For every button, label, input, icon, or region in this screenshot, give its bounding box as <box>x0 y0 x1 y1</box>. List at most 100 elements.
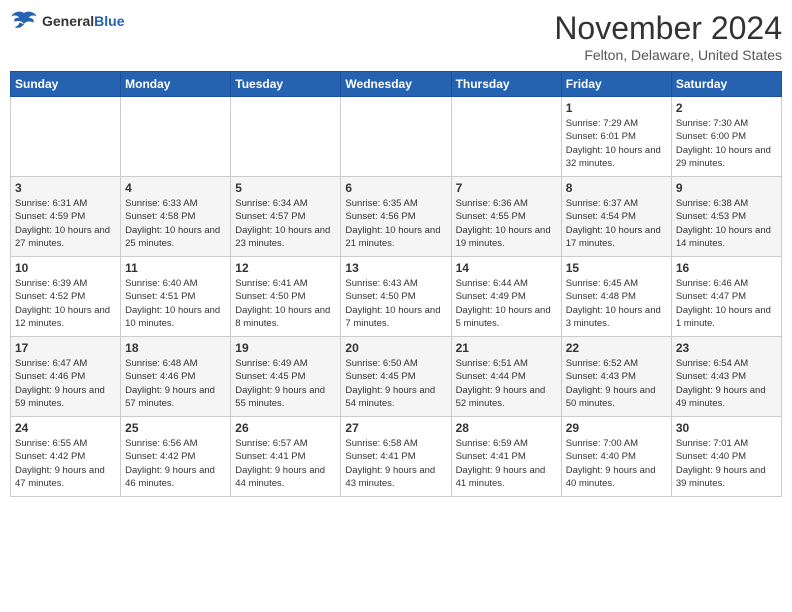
day-number: 15 <box>566 261 667 275</box>
day-info: Sunrise: 6:37 AM Sunset: 4:54 PM Dayligh… <box>566 197 667 250</box>
day-info: Sunrise: 6:40 AM Sunset: 4:51 PM Dayligh… <box>125 277 226 330</box>
day-number: 4 <box>125 181 226 195</box>
day-number: 27 <box>345 421 446 435</box>
day-number: 25 <box>125 421 226 435</box>
day-info: Sunrise: 6:44 AM Sunset: 4:49 PM Dayligh… <box>456 277 557 330</box>
calendar-cell: 2 Sunrise: 7:30 AM Sunset: 6:00 PM Daylig… <box>671 97 781 177</box>
day-number: 20 <box>345 341 446 355</box>
day-info: Sunrise: 6:33 AM Sunset: 4:58 PM Dayligh… <box>125 197 226 250</box>
calendar-cell: 19Sunrise: 6:49 AM Sunset: 4:45 PM Dayli… <box>231 337 341 417</box>
day-number: 1 <box>566 101 667 115</box>
calendar-cell: 30 Sunrise: 7:01 AM Sunset: 4:40 PM Dayli… <box>671 417 781 497</box>
calendar-week-row: 24 Sunrise: 6:55 AM Sunset: 4:42 PM Dayli… <box>11 417 782 497</box>
calendar-cell: 7 Sunrise: 6:36 AM Sunset: 4:55 PM Daylig… <box>451 177 561 257</box>
day-number: 12 <box>235 261 336 275</box>
calendar-cell <box>231 97 341 177</box>
weekday-header-thursday: Thursday <box>451 72 561 97</box>
calendar-cell: 22Sunrise: 6:52 AM Sunset: 4:43 PM Dayli… <box>561 337 671 417</box>
weekday-header-tuesday: Tuesday <box>231 72 341 97</box>
day-number: 30 <box>676 421 777 435</box>
calendar-table: SundayMondayTuesdayWednesdayThursdayFrid… <box>10 71 782 497</box>
day-info: Sunrise: 6:56 AM Sunset: 4:42 PM Dayligh… <box>125 437 226 490</box>
day-info: Sunrise: 6:58 AM Sunset: 4:41 PM Dayligh… <box>345 437 446 490</box>
calendar-cell: 23 Sunrise: 6:54 AM Sunset: 4:43 PM Dayli… <box>671 337 781 417</box>
calendar-cell: 15 Sunrise: 6:45 AM Sunset: 4:48 PM Dayli… <box>561 257 671 337</box>
calendar-cell: 8 Sunrise: 6:37 AM Sunset: 4:54 PM Daylig… <box>561 177 671 257</box>
calendar-cell <box>341 97 451 177</box>
calendar-cell: 28 Sunrise: 6:59 AM Sunset: 4:41 PM Dayli… <box>451 417 561 497</box>
day-info: Sunrise: 7:29 AM Sunset: 6:01 PM Dayligh… <box>566 117 667 170</box>
day-info: Sunrise: 6:46 AM Sunset: 4:47 PM Dayligh… <box>676 277 777 330</box>
weekday-header-wednesday: Wednesday <box>341 72 451 97</box>
weekday-header-row: SundayMondayTuesdayWednesdayThursdayFrid… <box>11 72 782 97</box>
day-number: 16 <box>676 261 777 275</box>
month-title: November 2024 <box>554 10 782 47</box>
calendar-cell: 21Sunrise: 6:51 AM Sunset: 4:44 PM Dayli… <box>451 337 561 417</box>
day-info: Sunrise: 6:36 AM Sunset: 4:55 PM Dayligh… <box>456 197 557 250</box>
day-info: Sunrise: 6:48 AM Sunset: 4:46 PM Dayligh… <box>125 357 226 410</box>
day-info: Sunrise: 7:30 AM Sunset: 6:00 PM Dayligh… <box>676 117 777 170</box>
calendar-cell: 3 Sunrise: 6:31 AM Sunset: 4:59 PM Daylig… <box>11 177 121 257</box>
day-number: 23 <box>676 341 777 355</box>
calendar-cell: 11Sunrise: 6:40 AM Sunset: 4:51 PM Dayli… <box>121 257 231 337</box>
calendar-header: SundayMondayTuesdayWednesdayThursdayFrid… <box>11 72 782 97</box>
day-number: 9 <box>676 181 777 195</box>
day-info: Sunrise: 6:57 AM Sunset: 4:41 PM Dayligh… <box>235 437 336 490</box>
weekday-header-sunday: Sunday <box>11 72 121 97</box>
calendar-cell: 27 Sunrise: 6:58 AM Sunset: 4:41 PM Dayli… <box>341 417 451 497</box>
calendar-cell: 24 Sunrise: 6:55 AM Sunset: 4:42 PM Dayli… <box>11 417 121 497</box>
calendar-cell: 17 Sunrise: 6:47 AM Sunset: 4:46 PM Dayli… <box>11 337 121 417</box>
calendar-cell <box>11 97 121 177</box>
calendar-cell: 20 Sunrise: 6:50 AM Sunset: 4:45 PM Dayli… <box>341 337 451 417</box>
day-info: Sunrise: 6:49 AM Sunset: 4:45 PM Dayligh… <box>235 357 336 410</box>
day-number: 3 <box>15 181 116 195</box>
logo-bird-icon <box>10 10 38 32</box>
day-info: Sunrise: 6:39 AM Sunset: 4:52 PM Dayligh… <box>15 277 116 330</box>
calendar-cell: 29 Sunrise: 7:00 AM Sunset: 4:40 PM Dayli… <box>561 417 671 497</box>
day-number: 14 <box>456 261 557 275</box>
calendar-cell: 9 Sunrise: 6:38 AM Sunset: 4:53 PM Daylig… <box>671 177 781 257</box>
calendar-body: 1 Sunrise: 7:29 AM Sunset: 6:01 PM Daylig… <box>11 97 782 497</box>
logo-general: General <box>42 13 94 29</box>
logo-blue: Blue <box>94 13 124 29</box>
logo-text: General Blue <box>42 13 124 29</box>
day-info: Sunrise: 6:38 AM Sunset: 4:53 PM Dayligh… <box>676 197 777 250</box>
weekday-header-saturday: Saturday <box>671 72 781 97</box>
calendar-cell: 26 Sunrise: 6:57 AM Sunset: 4:41 PM Dayli… <box>231 417 341 497</box>
day-info: Sunrise: 6:43 AM Sunset: 4:50 PM Dayligh… <box>345 277 446 330</box>
day-info: Sunrise: 6:54 AM Sunset: 4:43 PM Dayligh… <box>676 357 777 410</box>
day-info: Sunrise: 6:50 AM Sunset: 4:45 PM Dayligh… <box>345 357 446 410</box>
calendar-cell: 4 Sunrise: 6:33 AM Sunset: 4:58 PM Daylig… <box>121 177 231 257</box>
day-number: 22 <box>566 341 667 355</box>
calendar-cell: 5Sunrise: 6:34 AM Sunset: 4:57 PM Daylig… <box>231 177 341 257</box>
day-number: 13 <box>345 261 446 275</box>
day-info: Sunrise: 7:01 AM Sunset: 4:40 PM Dayligh… <box>676 437 777 490</box>
day-info: Sunrise: 6:55 AM Sunset: 4:42 PM Dayligh… <box>15 437 116 490</box>
day-info: Sunrise: 6:31 AM Sunset: 4:59 PM Dayligh… <box>15 197 116 250</box>
calendar-cell: 13 Sunrise: 6:43 AM Sunset: 4:50 PM Dayli… <box>341 257 451 337</box>
location-title: Felton, Delaware, United States <box>554 47 782 63</box>
day-info: Sunrise: 7:00 AM Sunset: 4:40 PM Dayligh… <box>566 437 667 490</box>
page-header: General Blue November 2024 Felton, Delaw… <box>10 10 782 63</box>
day-info: Sunrise: 6:47 AM Sunset: 4:46 PM Dayligh… <box>15 357 116 410</box>
logo: General Blue <box>10 10 124 32</box>
day-info: Sunrise: 6:59 AM Sunset: 4:41 PM Dayligh… <box>456 437 557 490</box>
calendar-week-row: 1 Sunrise: 7:29 AM Sunset: 6:01 PM Daylig… <box>11 97 782 177</box>
day-number: 2 <box>676 101 777 115</box>
calendar-cell: 12Sunrise: 6:41 AM Sunset: 4:50 PM Dayli… <box>231 257 341 337</box>
day-number: 17 <box>15 341 116 355</box>
day-number: 26 <box>235 421 336 435</box>
calendar-cell: 16 Sunrise: 6:46 AM Sunset: 4:47 PM Dayli… <box>671 257 781 337</box>
day-number: 28 <box>456 421 557 435</box>
day-number: 7 <box>456 181 557 195</box>
day-number: 18 <box>125 341 226 355</box>
day-number: 24 <box>15 421 116 435</box>
calendar-title-area: November 2024 Felton, Delaware, United S… <box>554 10 782 63</box>
calendar-cell: 1 Sunrise: 7:29 AM Sunset: 6:01 PM Daylig… <box>561 97 671 177</box>
calendar-cell: 18 Sunrise: 6:48 AM Sunset: 4:46 PM Dayli… <box>121 337 231 417</box>
day-number: 29 <box>566 421 667 435</box>
day-info: Sunrise: 6:35 AM Sunset: 4:56 PM Dayligh… <box>345 197 446 250</box>
day-info: Sunrise: 6:45 AM Sunset: 4:48 PM Dayligh… <box>566 277 667 330</box>
calendar-cell: 6Sunrise: 6:35 AM Sunset: 4:56 PM Daylig… <box>341 177 451 257</box>
day-number: 8 <box>566 181 667 195</box>
